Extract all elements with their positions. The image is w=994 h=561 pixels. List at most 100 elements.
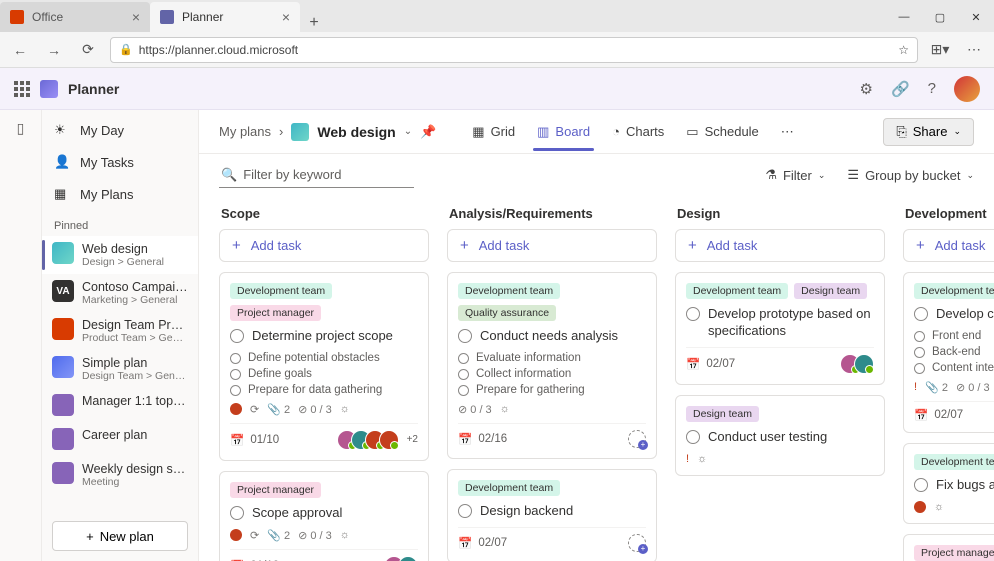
browser-titlebar: Office × Planner × + — ▢ ✕ [0, 0, 994, 32]
complete-radio[interactable] [458, 329, 472, 343]
task-card[interactable]: Development teamQuality assuranceConduct… [447, 272, 657, 459]
complete-radio[interactable] [686, 307, 700, 321]
chevron-down-icon: ⌄ [818, 170, 826, 181]
rail-collapse-icon[interactable]: ▯ [17, 120, 25, 137]
checklist-radio[interactable] [914, 363, 925, 374]
sidebar-plan[interactable]: Manager 1:1 topics [42, 388, 198, 422]
view-grid[interactable]: ▦Grid [468, 114, 519, 150]
chevron-down-icon[interactable]: ⌄ [404, 126, 412, 137]
board-icon: ▥ [537, 124, 549, 140]
new-plan-button[interactable]: + New plan [52, 521, 188, 551]
checklist-radio[interactable] [230, 385, 241, 396]
avatar[interactable] [398, 556, 418, 561]
assign-button[interactable] [628, 534, 646, 552]
close-icon[interactable]: × [282, 10, 290, 24]
close-window-button[interactable]: ✕ [958, 2, 994, 32]
link-icon[interactable]: 🔗 [891, 80, 910, 98]
checklist-radio[interactable] [914, 347, 925, 358]
due-date: 02/07 [478, 537, 507, 549]
sidebar-plan[interactable]: Weekly design syncMeeting [42, 456, 198, 494]
task-card[interactable]: Development teamDevelop code forFront en… [903, 272, 994, 433]
task-card[interactable]: Development teamDesign teamDevelop proto… [675, 272, 885, 385]
attachment-icon: 📎 2 [925, 381, 948, 394]
task-tag: Development team [914, 283, 994, 299]
task-card[interactable]: Design teamConduct user testing!☼ [675, 395, 885, 476]
breadcrumb-root[interactable]: My plans [219, 124, 271, 139]
settings-icon[interactable]: ⚙ [860, 80, 873, 98]
star-icon[interactable]: ☆ [898, 43, 909, 57]
plus-icon: + [232, 237, 241, 254]
task-card[interactable]: Development teamDesign backend📅02/07 [447, 469, 657, 561]
checklist-radio[interactable] [458, 369, 469, 380]
sidebar-plan[interactable]: Web designDesign > General [42, 236, 198, 274]
complete-radio[interactable] [458, 504, 472, 518]
share-button[interactable]: ⎘ Share ⌄ [883, 118, 974, 146]
add-task-button[interactable]: +Add task [447, 229, 657, 262]
view-more[interactable]: ⋯ [777, 114, 798, 150]
window-controls: — ▢ ✕ [886, 2, 994, 32]
sidebar-plan[interactable]: Design Team ProjectsProduct Team > Gener… [42, 312, 198, 350]
group-icon: ☰ [847, 167, 859, 183]
view-charts[interactable]: ◔Charts [608, 114, 668, 150]
view-board[interactable]: ▥Board [533, 114, 594, 150]
tab-title: Office [32, 10, 63, 24]
pin-icon[interactable]: 📌 [420, 124, 436, 140]
plan-color-icon [52, 356, 74, 378]
checklist-radio[interactable] [458, 353, 469, 364]
plan-name: Simple plan [82, 356, 188, 370]
checklist-radio[interactable] [914, 331, 925, 342]
checklist-item: Front end [914, 330, 994, 342]
avatar-overflow[interactable]: +2 [407, 434, 418, 445]
checklist-radio[interactable] [458, 385, 469, 396]
assign-button[interactable] [628, 430, 646, 448]
forward-button[interactable]: → [42, 42, 66, 58]
close-icon[interactable]: × [132, 10, 140, 24]
add-task-button[interactable]: +Add task [903, 229, 994, 262]
add-task-button[interactable]: +Add task [219, 229, 429, 262]
nav-my-day[interactable]: ☀ My Day [42, 114, 198, 146]
board-column: Analysis/Requirements +Add taskDevelopme… [447, 202, 657, 555]
sidebar-plan[interactable]: Simple planDesign Team > General [42, 350, 198, 388]
back-button[interactable]: ← [8, 42, 32, 58]
task-tag: Development team [914, 454, 994, 470]
reload-button[interactable]: ⟳ [76, 41, 100, 58]
nav-my-plans[interactable]: ▦ My Plans [42, 178, 198, 210]
lock-icon: 🔒 [119, 43, 133, 56]
help-icon[interactable]: ? [928, 80, 936, 97]
task-tag: Quality assurance [458, 305, 556, 321]
task-card[interactable]: Project managerScope approval⟳📎 2⊘ 0 / 3… [219, 471, 429, 561]
new-tab-button[interactable]: + [300, 14, 328, 32]
filter-input[interactable]: 🔍 Filter by keyword [219, 163, 414, 188]
complete-radio[interactable] [686, 430, 700, 444]
task-card[interactable]: Project managerDev [903, 534, 994, 561]
nav-my-tasks[interactable]: 👤 My Tasks [42, 146, 198, 178]
nav-label: My Day [80, 123, 124, 138]
url-field[interactable]: 🔒 https://planner.cloud.microsoft ☆ [110, 37, 918, 63]
user-avatar[interactable] [954, 76, 980, 102]
plus-icon: + [916, 237, 925, 254]
checklist-radio[interactable] [230, 369, 241, 380]
person-icon: 👤 [54, 154, 70, 170]
menu-button[interactable]: ⋯ [962, 41, 986, 58]
sidebar-plan[interactable]: Career plan [42, 422, 198, 456]
groupby-button[interactable]: ☰Group by bucket⌄ [847, 167, 974, 183]
complete-radio[interactable] [914, 307, 928, 321]
app-launcher-icon[interactable] [14, 81, 30, 97]
checklist-radio[interactable] [230, 353, 241, 364]
sidebar-plan[interactable]: VA Contoso CampaignMarketing > General [42, 274, 198, 312]
avatar[interactable] [379, 430, 399, 450]
view-schedule[interactable]: ▭Schedule [682, 114, 763, 150]
maximize-button[interactable]: ▢ [922, 2, 958, 32]
filter-button[interactable]: ⚗Filter⌄ [765, 167, 825, 183]
add-task-button[interactable]: +Add task [675, 229, 885, 262]
task-card[interactable]: Development teamDFix bugs and polis☼ [903, 443, 994, 524]
browser-tab-office[interactable]: Office × [0, 2, 150, 32]
complete-radio[interactable] [230, 506, 244, 520]
complete-radio[interactable] [230, 329, 244, 343]
complete-radio[interactable] [914, 478, 928, 492]
task-card[interactable]: Development teamProject managerDetermine… [219, 272, 429, 461]
browser-tab-planner[interactable]: Planner × [150, 2, 300, 32]
minimize-button[interactable]: — [886, 2, 922, 32]
extensions-button[interactable]: ⊞▾ [928, 41, 952, 58]
avatar[interactable] [854, 354, 874, 374]
